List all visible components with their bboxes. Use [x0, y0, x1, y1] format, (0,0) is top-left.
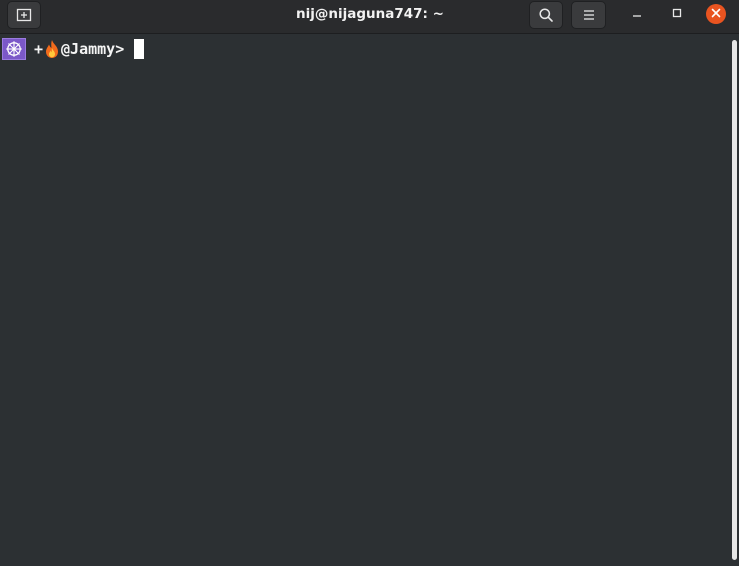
text-cursor [134, 39, 145, 59]
vertical-scrollbar[interactable] [731, 34, 739, 566]
maximize-button[interactable] [667, 4, 687, 24]
close-button[interactable] [706, 4, 726, 24]
fire-emoji-icon [44, 39, 60, 59]
minimize-icon [632, 5, 642, 23]
prompt-text: @Jammy> [61, 40, 125, 58]
close-icon [711, 5, 721, 23]
search-icon [538, 7, 554, 23]
scrollbar-thumb[interactable] [732, 40, 737, 560]
search-button[interactable] [529, 1, 563, 29]
prompt-plus: + [34, 40, 44, 58]
new-tab-icon [16, 8, 32, 22]
hamburger-menu-icon [582, 9, 596, 21]
minimize-button[interactable] [627, 4, 647, 24]
new-tab-button[interactable] [7, 1, 41, 29]
terminal-window: nij@nijaguna747: ~ + @Jammy> [0, 0, 739, 566]
maximize-icon [672, 5, 682, 23]
header-bar: nij@nijaguna747: ~ [0, 0, 739, 34]
menu-button[interactable] [571, 1, 606, 29]
shell-prompt: + @Jammy> [2, 38, 145, 60]
kubernetes-helm-icon [2, 38, 26, 60]
window-title: nij@nijaguna747: ~ [296, 6, 444, 22]
terminal-output-area[interactable]: + @Jammy> [0, 34, 731, 566]
